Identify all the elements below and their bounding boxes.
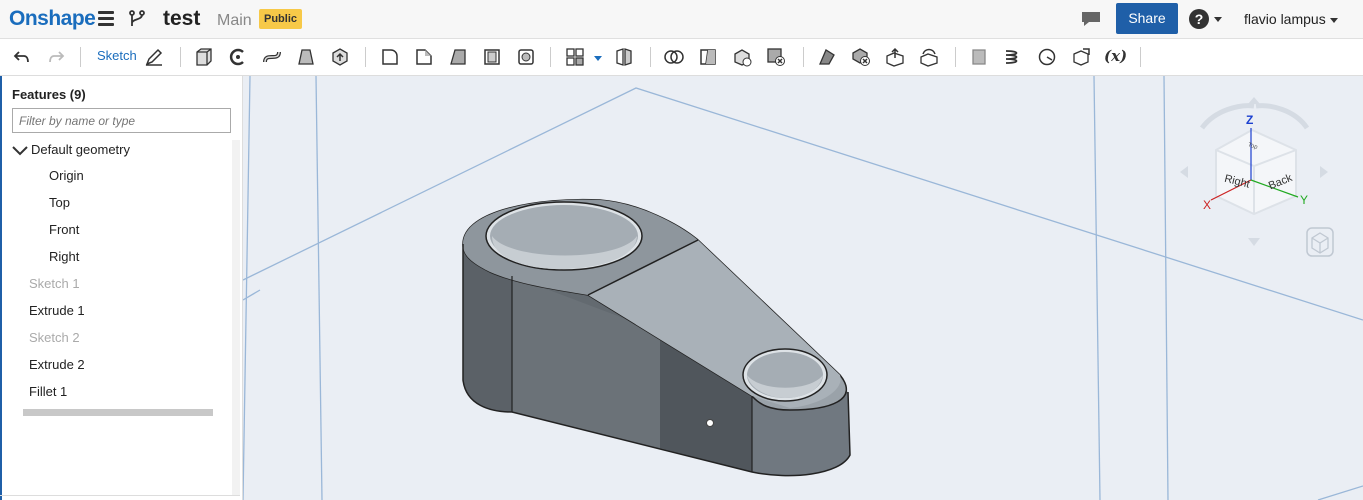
shell-icon[interactable] [516, 47, 536, 67]
rib-icon[interactable] [482, 47, 502, 67]
help-caret-icon[interactable] [1214, 17, 1222, 22]
feature-fillet-1[interactable]: Fillet 1 [29, 384, 67, 399]
comment-icon[interactable] [1080, 10, 1102, 33]
feature-front-plane[interactable]: Front [49, 222, 79, 237]
panel-edge [0, 76, 2, 500]
pattern-dropdown-icon[interactable] [594, 56, 602, 61]
redo-icon[interactable] [46, 47, 66, 67]
document-title[interactable]: test [163, 7, 200, 31]
helix-icon[interactable] [1003, 47, 1023, 67]
onshape-logo[interactable]: Onshape [9, 7, 96, 31]
toolbar-divider [80, 47, 81, 67]
default-geometry-folder[interactable]: Default geometry [31, 142, 130, 157]
toolbar-divider [550, 47, 551, 67]
toolbar-divider [180, 47, 181, 67]
revolve-icon[interactable] [228, 47, 248, 67]
chevron-down-icon[interactable] [12, 146, 28, 156]
feature-list-title: Features (9) [12, 87, 86, 102]
toolbar-divider [650, 47, 651, 67]
horizontal-scrollbar[interactable] [23, 409, 213, 416]
undo-icon[interactable] [12, 47, 32, 67]
share-button[interactable]: Share [1116, 3, 1178, 34]
toolbar-divider [955, 47, 956, 67]
split-icon[interactable] [698, 47, 718, 67]
extrude-icon[interactable] [194, 47, 214, 67]
vertical-scrollbar[interactable] [232, 140, 240, 495]
panel-divider [0, 495, 240, 496]
axis-y-label: Y [1300, 193, 1308, 207]
feature-extrude-2[interactable]: Extrude 2 [29, 357, 85, 372]
toolbar-divider [803, 47, 804, 67]
menu-icon[interactable] [98, 11, 114, 27]
branch-icon[interactable] [128, 9, 146, 34]
transform-icon[interactable] [732, 47, 752, 67]
feature-filter-input[interactable] [12, 108, 231, 133]
feature-sketch-2[interactable]: Sketch 2 [29, 330, 80, 345]
user-menu[interactable]: flavio lampus [1244, 11, 1338, 27]
fillet-icon[interactable] [380, 47, 400, 67]
toolbar-divider [365, 47, 366, 67]
help-icon[interactable]: ? [1189, 9, 1209, 29]
public-badge: Public [259, 9, 303, 29]
delete-face-icon[interactable] [851, 47, 871, 67]
user-name: flavio lampus [1244, 11, 1326, 27]
graphics-viewport[interactable]: Z X Y Right Back Top [243, 76, 1363, 500]
boolean-icon[interactable] [664, 47, 684, 67]
cursor-indicator [706, 419, 714, 427]
feature-right-plane[interactable]: Right [49, 249, 79, 264]
replace-face-icon[interactable] [919, 47, 939, 67]
toolbar-divider [1140, 47, 1141, 67]
feature-extrude-1[interactable]: Extrude 1 [29, 303, 85, 318]
sketch-button[interactable]: Sketch [97, 48, 137, 63]
plane-icon[interactable] [969, 47, 989, 67]
axis-x-label: X [1203, 198, 1211, 212]
mirror-icon[interactable] [614, 47, 634, 67]
chamfer-icon[interactable] [414, 47, 434, 67]
view-cube-menu-icon[interactable] [1306, 227, 1334, 257]
measure-icon[interactable] [1037, 47, 1057, 67]
feature-top-plane[interactable]: Top [49, 195, 70, 210]
top-bar: Onshape test Main Public Share ? flavio … [0, 0, 1363, 39]
chevron-down-icon [1329, 17, 1338, 23]
feature-sketch-1[interactable]: Sketch 1 [29, 276, 80, 291]
thicken-icon[interactable] [330, 47, 350, 67]
modify-fillet-icon[interactable] [817, 47, 837, 67]
pattern-icon[interactable] [565, 47, 585, 67]
feature-origin[interactable]: Origin [49, 168, 84, 183]
part-body [462, 198, 851, 477]
draft-icon[interactable] [448, 47, 468, 67]
sweep-icon[interactable] [262, 47, 282, 67]
pencil-icon[interactable] [144, 47, 164, 67]
model-scene[interactable]: Z X Y Right Back Top [243, 76, 1363, 500]
workspace-name[interactable]: Main [217, 12, 252, 30]
delete-part-icon[interactable] [766, 47, 786, 67]
derived-icon[interactable] [1071, 47, 1091, 67]
axis-z-label: Z [1246, 113, 1253, 127]
view-cube[interactable]: Z X Y Right Back Top [1180, 97, 1328, 246]
move-face-icon[interactable] [885, 47, 905, 67]
variable-button[interactable]: (x) [1104, 47, 1127, 65]
loft-icon[interactable] [296, 47, 316, 67]
